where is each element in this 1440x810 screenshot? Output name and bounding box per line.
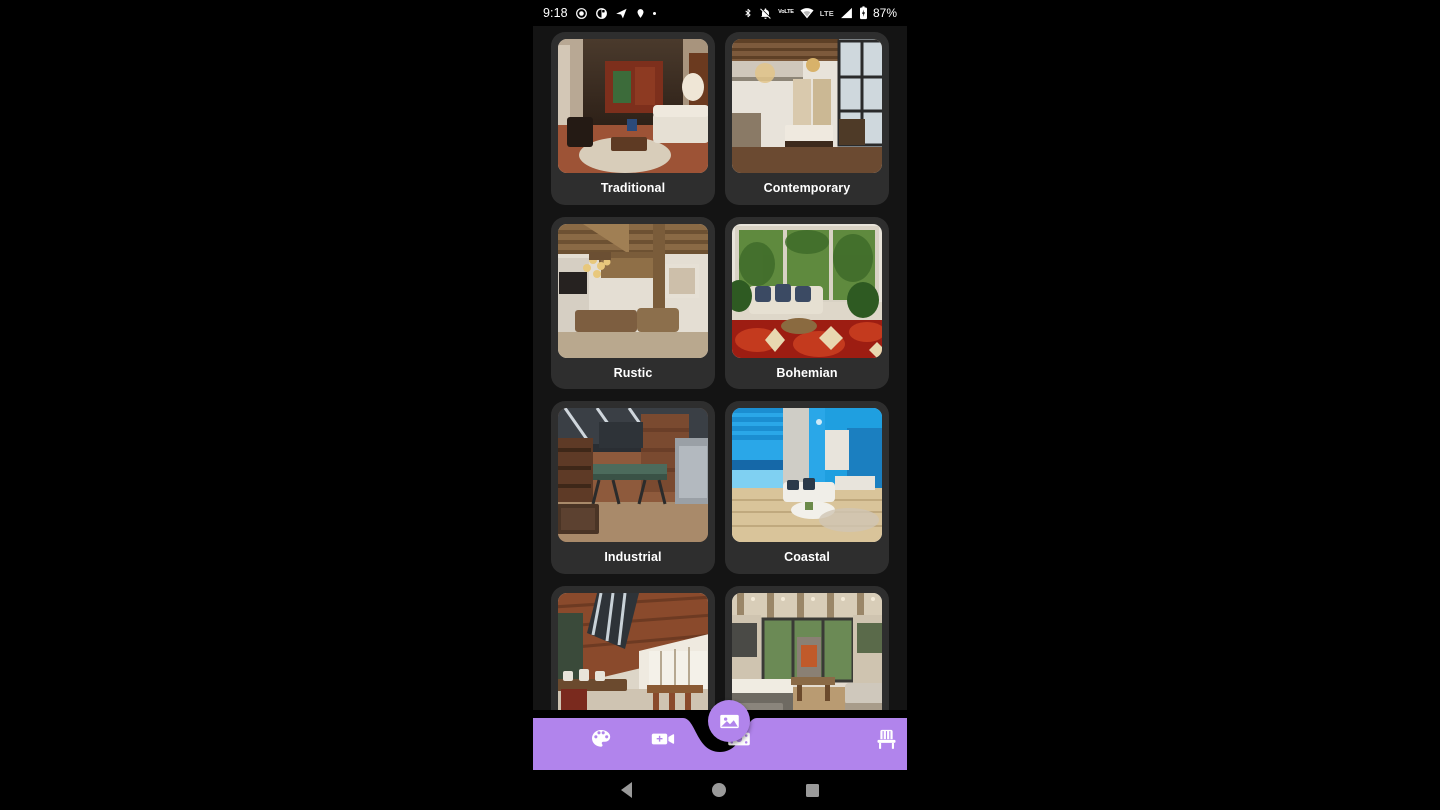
cellular-signal-icon bbox=[841, 7, 852, 19]
video-camera-plus-icon bbox=[651, 733, 675, 745]
style-card-bohemian[interactable]: Bohemian bbox=[725, 216, 889, 389]
location-drop-icon bbox=[637, 8, 644, 18]
lte-label-icon: LTE bbox=[819, 8, 834, 18]
style-grid-scroll-area[interactable]: Traditional Contemporary Rustic Bohemian… bbox=[533, 26, 907, 710]
style-card-label: Coastal bbox=[784, 550, 830, 564]
style-grid: Traditional Contemporary Rustic Bohemian… bbox=[533, 26, 907, 710]
style-card-modern-dining[interactable] bbox=[551, 585, 715, 710]
send-plane-icon bbox=[615, 8, 627, 18]
style-card-label: Contemporary bbox=[763, 181, 851, 195]
bottom-nav-items bbox=[533, 700, 907, 770]
status-bar: 9:18 VoLTE LTE 87% bbox=[533, 0, 907, 26]
phone-screen: 9:18 VoLTE LTE 87% Traditional Contempor… bbox=[533, 0, 907, 810]
style-card-label: Rustic bbox=[613, 365, 653, 380]
nav-item-palette[interactable] bbox=[583, 721, 619, 757]
style-card-open-plan-kitchen[interactable] bbox=[725, 585, 889, 710]
style-card-traditional[interactable]: Traditional bbox=[551, 32, 715, 205]
contemporary-interior-photo bbox=[732, 39, 882, 173]
android-system-navigation bbox=[533, 770, 907, 810]
image-landscape-icon bbox=[719, 714, 739, 728]
style-card-label: Traditional bbox=[600, 181, 666, 195]
open-plan-kitchen-interior-photo bbox=[732, 592, 882, 710]
volte-icon: VoLTE bbox=[778, 10, 794, 16]
coastal-interior-photo bbox=[732, 408, 882, 542]
palette-icon bbox=[592, 730, 611, 747]
contrast-circle-icon bbox=[595, 7, 607, 19]
rustic-interior-photo bbox=[558, 223, 708, 358]
style-card-label: Bohemian bbox=[776, 365, 838, 380]
battery-icon bbox=[859, 6, 867, 20]
modern-dining-interior-photo bbox=[558, 592, 708, 710]
bottom-navigation-bar bbox=[533, 700, 907, 770]
style-card-coastal[interactable]: Coastal bbox=[725, 401, 889, 574]
style-card-contemporary[interactable]: Contemporary bbox=[725, 32, 889, 205]
traditional-interior-photo bbox=[558, 39, 708, 173]
battery-percentage: 87% bbox=[872, 6, 897, 20]
small-dot-icon bbox=[652, 11, 656, 15]
volte-label: VoLTE bbox=[778, 9, 794, 16]
status-bar-right: VoLTE LTE 87% bbox=[743, 6, 897, 20]
notifications-muted-icon bbox=[760, 7, 772, 19]
status-bar-left: 9:18 bbox=[543, 6, 656, 20]
style-card-rustic[interactable]: Rustic bbox=[551, 216, 715, 389]
nav-item-furniture[interactable] bbox=[868, 721, 904, 757]
nav-fab-gallery[interactable] bbox=[708, 700, 750, 742]
record-target-icon bbox=[575, 7, 587, 19]
bohemian-interior-photo bbox=[732, 223, 882, 358]
back-triangle-icon[interactable] bbox=[621, 782, 632, 798]
bluetooth-icon bbox=[745, 8, 751, 18]
home-circle-icon[interactable] bbox=[712, 783, 726, 797]
chair-icon bbox=[876, 729, 896, 749]
status-bar-clock: 9:18 bbox=[543, 6, 568, 20]
recents-square-icon[interactable] bbox=[806, 783, 819, 797]
wifi-icon bbox=[800, 8, 814, 19]
style-card-label: Industrial bbox=[604, 550, 662, 564]
style-card-industrial[interactable]: Industrial bbox=[551, 401, 715, 574]
nav-item-video[interactable] bbox=[645, 721, 681, 757]
industrial-interior-photo bbox=[558, 408, 708, 542]
